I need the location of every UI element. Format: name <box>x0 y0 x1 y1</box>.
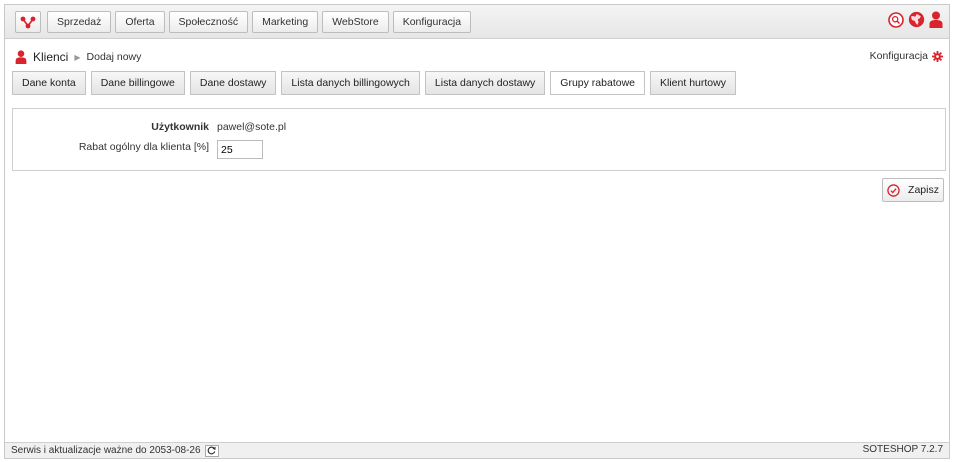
refresh-icon <box>207 446 216 455</box>
tab-dane-billingowe[interactable]: Dane billingowe <box>90 71 185 95</box>
search-icon[interactable] <box>888 11 904 28</box>
user-label: Użytkownik <box>151 121 209 133</box>
nav-konfiguracja[interactable]: Konfiguracja <box>392 11 472 33</box>
tab-klient-hurtowy[interactable]: Klient hurtowy <box>650 71 736 95</box>
tab-dane-konta[interactable]: Dane konta <box>12 71 86 95</box>
top-navigation-bar: Sprzedaż Oferta Społeczność Marketing We… <box>5 5 949 39</box>
nav-webstore[interactable]: WebStore <box>322 11 389 33</box>
nav-marketing[interactable]: Marketing <box>252 11 319 33</box>
tab-dane-dostawy[interactable]: Dane dostawy <box>189 71 277 95</box>
discount-form-panel: Użytkownik pawel@sote.pl Rabat ogólny dl… <box>12 108 946 171</box>
configuration-link[interactable]: Konfiguracja <box>870 50 943 62</box>
customer-tabs: Dane konta Dane billingowe Dane dostawy … <box>12 71 736 95</box>
app-window: Sprzedaż Oferta Społeczność Marketing We… <box>4 4 950 459</box>
breadcrumb-root[interactable]: Klienci <box>33 50 68 64</box>
user-row: Użytkownik pawel@sote.pl <box>13 121 286 133</box>
logo-button[interactable] <box>15 11 41 33</box>
save-check-icon <box>887 183 900 197</box>
breadcrumb-current: Dodaj nowy <box>86 51 142 63</box>
user-icon[interactable] <box>929 11 943 28</box>
version-label: SOTESHOP 7.2.7 <box>862 444 943 455</box>
top-icons <box>888 11 943 28</box>
save-button-label: Zapisz <box>908 184 939 196</box>
customers-user-icon <box>15 50 27 64</box>
nav-sprzedaz[interactable]: Sprzedaż <box>47 11 112 33</box>
nav-spolecznosc[interactable]: Społeczność <box>168 11 249 33</box>
breadcrumb: Klienci ▶ Dodaj nowy <box>15 50 141 64</box>
refresh-button[interactable] <box>204 444 219 457</box>
soteshop-logo-icon <box>20 16 36 29</box>
tab-grupy-rabatowe[interactable]: Grupy rabatowe <box>550 71 646 95</box>
discount-input[interactable] <box>217 140 263 159</box>
license-status-text: Serwis i aktualizacje ważne do 2053-08-2… <box>11 445 201 456</box>
discount-label: Rabat ogólny dla klienta [%] <box>78 141 209 153</box>
globe-icon[interactable] <box>908 11 925 28</box>
configuration-link-label: Konfiguracja <box>869 50 928 62</box>
main-menu: Sprzedaż Oferta Społeczność Marketing We… <box>47 11 472 33</box>
tab-lista-danych-billingowych[interactable]: Lista danych billingowych <box>281 71 420 95</box>
discount-row: Rabat ogólny dla klienta [%] <box>13 140 263 159</box>
save-button[interactable]: Zapisz <box>882 178 944 202</box>
nav-oferta[interactable]: Oferta <box>115 11 165 33</box>
breadcrumb-arrow-icon: ▶ <box>74 52 81 62</box>
gear-icon <box>932 50 943 62</box>
status-bar: Serwis i aktualizacje ważne do 2053-08-2… <box>5 442 949 458</box>
user-value: pawel@sote.pl <box>217 121 287 133</box>
tab-lista-danych-dostawy[interactable]: Lista danych dostawy <box>424 71 546 95</box>
